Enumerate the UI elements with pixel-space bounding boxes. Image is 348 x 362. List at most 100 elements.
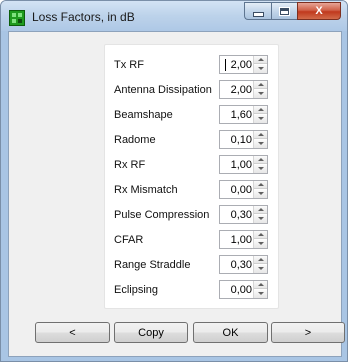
radome-spinbox[interactable]: 0,10 bbox=[219, 130, 268, 149]
arrow-down-icon bbox=[258, 217, 264, 220]
factor-value: 2,00 bbox=[230, 84, 252, 96]
spin-down-button[interactable] bbox=[254, 215, 267, 223]
spin-up-button[interactable] bbox=[254, 106, 267, 114]
spin-buttons bbox=[253, 256, 267, 273]
spin-down-button[interactable] bbox=[254, 165, 267, 173]
spin-down-button[interactable] bbox=[254, 290, 267, 298]
title-bar[interactable]: Loss Factors, in dB X bbox=[1, 1, 347, 31]
spin-up-button[interactable] bbox=[254, 181, 267, 189]
factor-label: Range Straddle bbox=[114, 259, 191, 271]
rx-rf-spinbox[interactable]: 1,00 bbox=[219, 155, 268, 174]
arrow-up-icon bbox=[258, 108, 264, 111]
arrow-up-icon bbox=[258, 233, 264, 236]
minimize-button[interactable] bbox=[244, 2, 271, 20]
spin-up-button[interactable] bbox=[254, 131, 267, 139]
factor-row-rx-rf: Rx RF 1,00 bbox=[105, 155, 278, 175]
spin-down-button[interactable] bbox=[254, 190, 267, 198]
arrow-up-icon bbox=[258, 58, 264, 61]
maximize-button[interactable] bbox=[271, 2, 297, 20]
arrow-down-icon bbox=[258, 292, 264, 295]
factor-label: Radome bbox=[114, 134, 156, 146]
spin-down-button[interactable] bbox=[254, 265, 267, 273]
spin-up-button[interactable] bbox=[254, 56, 267, 64]
eclipsing-spinbox[interactable]: 0,00 bbox=[219, 280, 268, 299]
spin-up-button[interactable] bbox=[254, 231, 267, 239]
spin-buttons bbox=[253, 81, 267, 98]
dialog-client-area: Tx RF 2,00 Antenna Dissipation 2,00 Beam… bbox=[8, 31, 345, 357]
factor-label: CFAR bbox=[114, 234, 144, 246]
factor-value: 2,00 bbox=[230, 59, 252, 71]
factor-value: 0,10 bbox=[230, 134, 252, 146]
spin-down-button[interactable] bbox=[254, 65, 267, 73]
beamshape-spinbox[interactable]: 1,60 bbox=[219, 105, 268, 124]
arrow-down-icon bbox=[258, 267, 264, 270]
spin-buttons bbox=[253, 206, 267, 223]
factor-row-tx-rf: Tx RF 2,00 bbox=[105, 55, 278, 75]
next-button[interactable]: > bbox=[271, 322, 345, 343]
arrow-up-icon bbox=[258, 283, 264, 286]
spin-buttons bbox=[253, 131, 267, 148]
arrow-down-icon bbox=[258, 92, 264, 95]
arrow-up-icon bbox=[258, 208, 264, 211]
range-straddle-spinbox[interactable]: 0,30 bbox=[219, 255, 268, 274]
spin-up-button[interactable] bbox=[254, 256, 267, 264]
arrow-down-icon bbox=[258, 142, 264, 145]
spin-down-button[interactable] bbox=[254, 240, 267, 248]
spin-up-button[interactable] bbox=[254, 281, 267, 289]
spin-buttons bbox=[253, 106, 267, 123]
spin-up-button[interactable] bbox=[254, 156, 267, 164]
arrow-up-icon bbox=[258, 133, 264, 136]
spin-up-button[interactable] bbox=[254, 81, 267, 89]
factor-row-radome: Radome 0,10 bbox=[105, 130, 278, 150]
factor-label: Antenna Dissipation bbox=[114, 84, 212, 96]
factor-label: Pulse Compression bbox=[114, 209, 210, 221]
antenna-dissipation-spinbox[interactable]: 2,00 bbox=[219, 80, 268, 99]
previous-button[interactable]: < bbox=[35, 322, 110, 343]
arrow-down-icon bbox=[258, 67, 264, 70]
minimize-icon bbox=[252, 11, 264, 17]
spin-down-button[interactable] bbox=[254, 115, 267, 123]
close-icon: X bbox=[315, 5, 323, 17]
factor-row-eclipsing: Eclipsing 0,00 bbox=[105, 280, 278, 300]
arrow-up-icon bbox=[258, 158, 264, 161]
spin-down-button[interactable] bbox=[254, 90, 267, 98]
cfar-spinbox[interactable]: 1,00 bbox=[219, 230, 268, 249]
loss-factors-panel: Tx RF 2,00 Antenna Dissipation 2,00 Beam… bbox=[104, 44, 279, 309]
arrow-down-icon bbox=[258, 192, 264, 195]
factor-value: 1,00 bbox=[230, 159, 252, 171]
factor-label: Rx Mismatch bbox=[114, 184, 178, 196]
factor-label: Tx RF bbox=[114, 59, 144, 71]
caption-buttons: X bbox=[244, 2, 341, 20]
arrow-up-icon bbox=[258, 183, 264, 186]
factor-label: Rx RF bbox=[114, 159, 146, 171]
tx-rf-spinbox[interactable]: 2,00 bbox=[219, 55, 268, 74]
factor-value: 1,60 bbox=[230, 109, 252, 121]
arrow-down-icon bbox=[258, 167, 264, 170]
factor-value: 0,30 bbox=[230, 259, 252, 271]
factor-label: Eclipsing bbox=[114, 284, 159, 296]
copy-button[interactable]: Copy bbox=[114, 322, 188, 343]
spin-buttons bbox=[253, 231, 267, 248]
app-grid-icon bbox=[9, 10, 25, 26]
factor-row-antenna-dissipation: Antenna Dissipation 2,00 bbox=[105, 80, 278, 100]
ok-button[interactable]: OK bbox=[193, 322, 268, 343]
factor-value: 0,00 bbox=[230, 184, 252, 196]
factor-row-range-straddle: Range Straddle 0,30 bbox=[105, 255, 278, 275]
window-title: Loss Factors, in dB bbox=[32, 10, 135, 24]
factor-row-cfar: CFAR 1,00 bbox=[105, 230, 278, 250]
pulse-compression-spinbox[interactable]: 0,30 bbox=[219, 205, 268, 224]
spin-buttons bbox=[253, 181, 267, 198]
maximize-icon bbox=[279, 6, 290, 16]
factor-value: 0,00 bbox=[230, 284, 252, 296]
factor-label: Beamshape bbox=[114, 109, 173, 121]
spin-up-button[interactable] bbox=[254, 206, 267, 214]
arrow-down-icon bbox=[258, 117, 264, 120]
arrow-down-icon bbox=[258, 242, 264, 245]
spin-down-button[interactable] bbox=[254, 140, 267, 148]
dialog-window: Loss Factors, in dB X Tx RF 2,00 Antenna… bbox=[0, 0, 348, 362]
close-button[interactable]: X bbox=[297, 2, 341, 20]
rx-mismatch-spinbox[interactable]: 0,00 bbox=[219, 180, 268, 199]
arrow-up-icon bbox=[258, 83, 264, 86]
factor-row-rx-mismatch: Rx Mismatch 0,00 bbox=[105, 180, 278, 200]
factor-value: 1,00 bbox=[230, 234, 252, 246]
